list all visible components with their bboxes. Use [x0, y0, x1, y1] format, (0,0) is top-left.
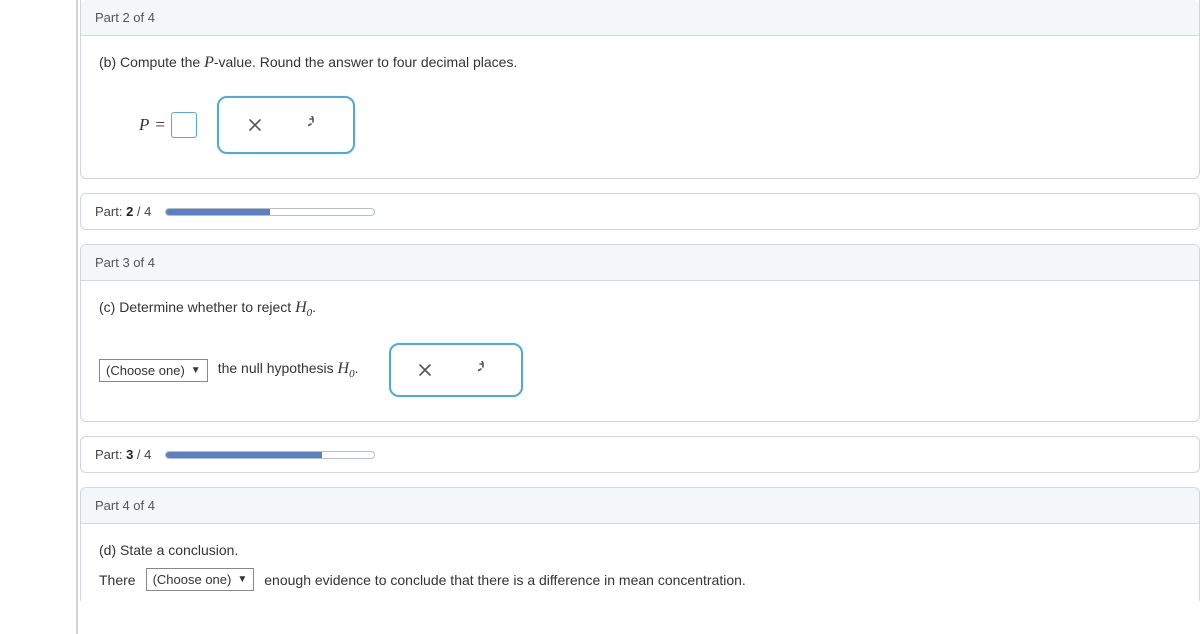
part-3-header: Part 3 of 4 [81, 245, 1199, 281]
part-4-instruction: (d) State a conclusion. [99, 542, 1181, 558]
select-label: (Choose one) [153, 572, 232, 587]
toolbar-part-2 [217, 96, 355, 154]
progress-track [165, 208, 375, 216]
x-icon [417, 362, 433, 378]
progress-track [165, 451, 375, 459]
progress-fill [166, 452, 322, 458]
x-icon [247, 117, 263, 133]
conclusion-prefix: There [99, 572, 136, 588]
part-2-panel: Part 2 of 4 (b) Compute the P-value. Rou… [80, 0, 1200, 179]
progress-part-3: Part: 3 / 4 [80, 436, 1200, 473]
clear-button[interactable] [397, 353, 453, 387]
part-2-header: Part 2 of 4 [81, 0, 1199, 36]
conclusion-choice-select[interactable]: (Choose one) ▼ [146, 568, 255, 591]
progress-label: Part: 3 / 4 [95, 447, 151, 462]
conclusion-suffix: enough evidence to conclude that there i… [264, 572, 746, 588]
clear-button[interactable] [227, 108, 283, 142]
part-3-panel: Part 3 of 4 (c) Determine whether to rej… [80, 244, 1200, 422]
chevron-down-icon: ▼ [237, 574, 247, 585]
undo-button[interactable] [289, 108, 345, 142]
reject-choice-select[interactable]: (Choose one) ▼ [99, 359, 208, 382]
select-label: (Choose one) [106, 363, 185, 378]
undo-button[interactable] [459, 353, 515, 387]
equals-symbol: = [155, 115, 165, 135]
part-3-instruction: (c) Determine whether to reject H0. [99, 299, 1181, 319]
toolbar-part-3 [389, 343, 523, 397]
progress-label: Part: 2 / 4 [95, 204, 151, 219]
p-value-equation: P = [139, 112, 197, 138]
undo-icon [308, 116, 326, 134]
progress-fill [166, 209, 270, 215]
p-value-input[interactable] [171, 112, 197, 138]
progress-part-2: Part: 2 / 4 [80, 193, 1200, 230]
null-hypothesis-text: the null hypothesis H0. [218, 360, 359, 380]
undo-icon [478, 361, 496, 379]
p-symbol: P [139, 115, 149, 135]
part-2-instruction: (b) Compute the P-value. Round the answe… [99, 54, 1181, 72]
chevron-down-icon: ▼ [191, 365, 201, 376]
part-4-header: Part 4 of 4 [81, 488, 1199, 524]
part-4-panel: Part 4 of 4 (d) State a conclusion. Ther… [80, 487, 1200, 601]
